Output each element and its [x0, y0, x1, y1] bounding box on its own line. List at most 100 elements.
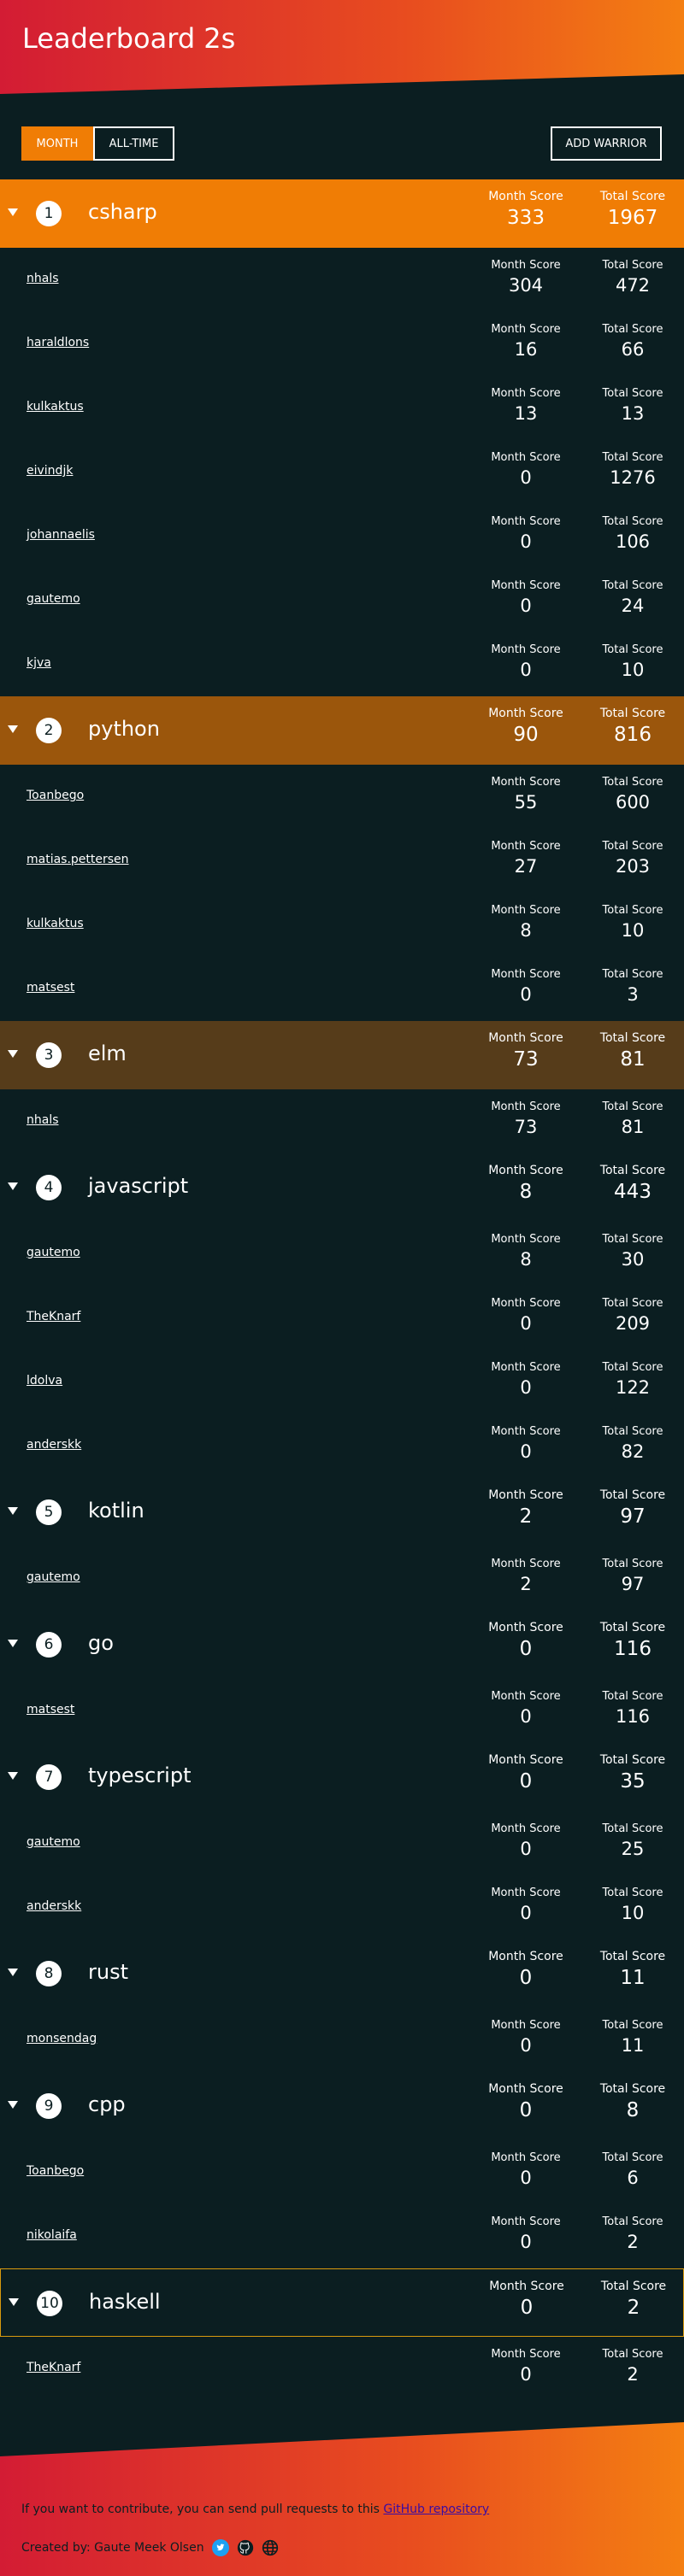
month-score-label: Month Score: [491, 323, 561, 336]
month-score-label: Month Score: [488, 707, 563, 720]
month-score-column: Month Score 8: [479, 1164, 573, 1203]
month-score-label: Month Score: [491, 643, 561, 656]
total-score-value: 116: [615, 1706, 651, 1727]
month-score-label: Month Score: [491, 387, 561, 400]
github-icon[interactable]: [237, 2539, 254, 2556]
add-warrior-button[interactable]: ADD WARRIOR: [551, 126, 662, 161]
user-link[interactable]: gautemo: [27, 1570, 80, 1584]
user-link[interactable]: nhals: [27, 272, 59, 285]
language-name: javascript: [88, 1174, 189, 1198]
user-link[interactable]: kulkaktus: [27, 400, 84, 414]
user-link[interactable]: matias.pettersen: [27, 853, 129, 866]
expand-caret-icon[interactable]: [8, 1772, 18, 1780]
expand-caret-icon[interactable]: [8, 2101, 18, 2109]
total-score-value: 25: [621, 1839, 645, 1859]
total-score-value: 443: [614, 1181, 652, 1203]
expand-caret-icon[interactable]: [8, 725, 18, 733]
language-row-kotlin[interactable]: 5 kotlin Month Score 2 Total Score 97: [0, 1478, 684, 1546]
month-score-label: Month Score: [488, 1488, 563, 1502]
expand-caret-icon[interactable]: [8, 1050, 18, 1058]
language-row-haskell[interactable]: 10 haskell Month Score 0 Total Score 2: [0, 2268, 684, 2337]
user-link[interactable]: haraldlons: [27, 336, 89, 349]
language-name: haskell: [89, 2290, 161, 2314]
month-score-value: 13: [514, 403, 538, 424]
month-score-label: Month Score: [491, 1100, 561, 1113]
globe-icon[interactable]: [262, 2539, 279, 2556]
language-row-javascript[interactable]: 4 javascript Month Score 8 Total Score 443: [0, 1153, 684, 1222]
language-row-csharp[interactable]: 1 csharp Month Score 333 Total Score 1967: [0, 179, 684, 248]
expand-caret-icon[interactable]: [8, 1969, 18, 1976]
user-link[interactable]: monsendag: [27, 2032, 97, 2045]
user-link[interactable]: gautemo: [27, 592, 80, 606]
month-score-label: Month Score: [491, 2151, 561, 2164]
language-name: kotlin: [88, 1499, 144, 1523]
expand-caret-icon[interactable]: [8, 1640, 18, 1647]
user-row: nhals Month Score 304 Total Score 472: [0, 248, 684, 312]
total-score-label: Total Score: [602, 1887, 663, 1899]
total-score-value: 82: [621, 1441, 645, 1462]
user-link[interactable]: kulkaktus: [27, 917, 84, 930]
user-link[interactable]: TheKnarf: [27, 1310, 80, 1323]
total-score-value: 66: [621, 339, 645, 360]
user-row: gautemo Month Score 0 Total Score 25: [0, 1811, 684, 1875]
month-score-label: Month Score: [491, 451, 561, 464]
total-score-label: Total Score: [602, 1425, 663, 1438]
user-link[interactable]: nikolaifa: [27, 2228, 77, 2242]
language-row-cpp[interactable]: 9 cpp Month Score 0 Total Score 8: [0, 2072, 684, 2140]
user-link[interactable]: TheKnarf: [27, 2361, 80, 2374]
user-link[interactable]: kjva: [27, 656, 51, 670]
language-row-python[interactable]: 2 python Month Score 90 Total Score 816: [0, 696, 684, 765]
user-link[interactable]: johannaelis: [27, 528, 95, 542]
user-link[interactable]: Toanbego: [27, 789, 84, 802]
total-score-label: Total Score: [602, 968, 663, 981]
month-score-value: 2: [519, 1505, 533, 1528]
user-row: gautemo Month Score 8 Total Score 30: [0, 1222, 684, 1286]
user-link[interactable]: Toanbego: [27, 2164, 84, 2178]
user-link[interactable]: gautemo: [27, 1835, 80, 1849]
twitter-icon[interactable]: [211, 2539, 229, 2556]
month-score-value: 73: [513, 1048, 539, 1071]
user-row: nhals Month Score 73 Total Score 81: [0, 1089, 684, 1153]
total-score-label: Total Score: [602, 776, 663, 789]
month-score-column: Month Score 0: [479, 1887, 573, 1923]
github-repo-link[interactable]: GitHub repository: [383, 2503, 489, 2516]
month-score-label: Month Score: [488, 1164, 563, 1177]
language-row-elm[interactable]: 3 elm Month Score 73 Total Score 81: [0, 1021, 684, 1089]
user-row: matsest Month Score 0 Total Score 3: [0, 957, 684, 1021]
language-name: rust: [88, 1960, 128, 1984]
month-score-value: 0: [519, 2099, 533, 2121]
user-link[interactable]: gautemo: [27, 1246, 80, 1259]
language-row-typescript[interactable]: 7 typescript Month Score 0 Total Score 35: [0, 1743, 684, 1811]
month-score-value: 0: [520, 2035, 532, 2056]
month-score-column: Month Score 0: [479, 2019, 573, 2056]
rank-badge: 4: [36, 1175, 62, 1200]
expand-caret-icon[interactable]: [8, 208, 18, 216]
user-link[interactable]: ldolva: [27, 1374, 62, 1388]
month-score-column: Month Score 2: [479, 1558, 573, 1594]
total-score-column: Total Score 472: [590, 259, 675, 296]
language-row-go[interactable]: 6 go Month Score 0 Total Score 116: [0, 1611, 684, 1679]
user-link[interactable]: anderskk: [27, 1438, 81, 1452]
expand-caret-icon[interactable]: [8, 1507, 18, 1515]
month-score-column: Month Score 73: [479, 1031, 573, 1071]
user-link[interactable]: anderskk: [27, 1899, 81, 1913]
user-link[interactable]: eivindjk: [27, 464, 73, 478]
contribute-label: If you want to contribute, you can send …: [21, 2503, 380, 2516]
month-score-label: Month Score: [491, 2019, 561, 2032]
user-link[interactable]: nhals: [27, 1113, 59, 1127]
language-row-rust[interactable]: 8 rust Month Score 0 Total Score 11: [0, 1939, 684, 2008]
month-score-label: Month Score: [491, 579, 561, 592]
user-link[interactable]: matsest: [27, 1703, 74, 1716]
expand-caret-icon[interactable]: [8, 1182, 18, 1190]
user-link[interactable]: matsest: [27, 981, 74, 995]
total-score-value: 81: [621, 1117, 645, 1137]
all-time-button[interactable]: ALL-TIME: [93, 126, 174, 161]
total-score-value: 10: [621, 1903, 645, 1923]
total-score-label: Total Score: [599, 1031, 666, 1045]
rank-badge: 1: [36, 201, 62, 226]
month-score-column: Month Score 27: [479, 840, 573, 877]
total-score-value: 8: [626, 2099, 640, 2121]
expand-caret-icon[interactable]: [9, 2298, 19, 2306]
month-button[interactable]: MONTH: [21, 126, 93, 161]
total-score-column: Total Score 25: [590, 1822, 675, 1859]
